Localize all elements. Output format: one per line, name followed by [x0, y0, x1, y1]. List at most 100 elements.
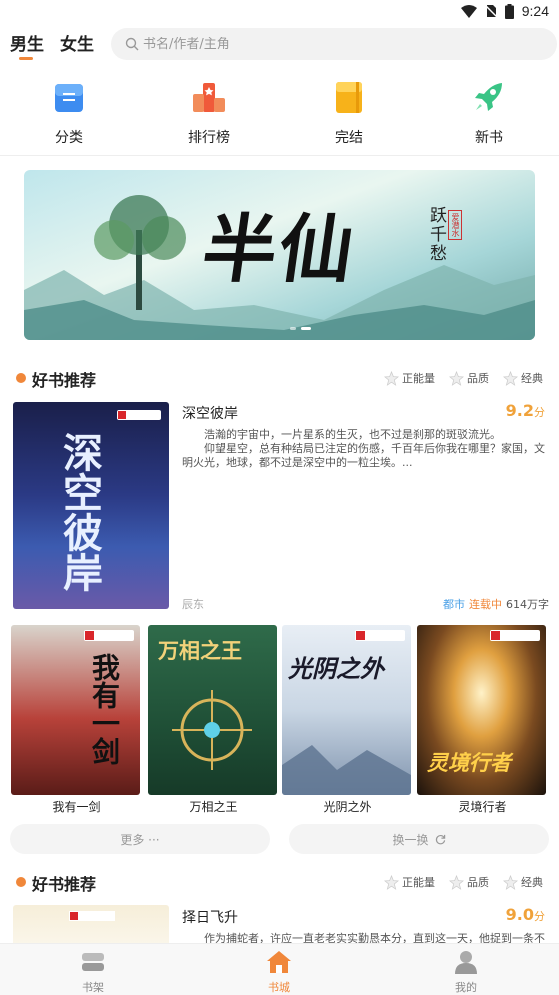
tag-label: 正能量 — [402, 372, 435, 385]
tag-classic[interactable]: 经典 — [503, 370, 543, 386]
tag-classic[interactable]: 经典 — [503, 874, 543, 890]
battery-icon — [504, 3, 514, 19]
section-title: 好书推荐 — [32, 371, 97, 390]
book-cover: 我有一剑 — [11, 625, 140, 795]
cover-title: 灵境行者 — [427, 750, 511, 775]
banner-seal: 爱潜水 — [448, 210, 462, 240]
category-label: 新书 — [475, 130, 503, 146]
featured-book-meta: 都市 连载中 614万字 — [443, 596, 549, 612]
rocket-icon — [475, 83, 502, 111]
wifi-icon — [460, 4, 477, 18]
swap-label: 换一换 — [392, 832, 429, 847]
cover-mountains — [282, 745, 411, 795]
book-name: 我有一剑 — [52, 800, 101, 814]
book-cover: 光阴之外 — [282, 625, 411, 795]
tag-quality[interactable]: 品质 — [449, 874, 489, 890]
category-row: 分类 排行榜 完结 新书 — [0, 80, 559, 155]
nav-profile[interactable]: 我的 — [436, 950, 496, 995]
page-dot — [290, 327, 296, 330]
section-tags: 正能量 品质 经典 — [384, 874, 543, 890]
book-item[interactable]: 光阴之外 光阴之外 — [282, 625, 413, 815]
category-label: 分类 — [55, 130, 83, 146]
featured-book-title[interactable]: 深空彼岸 — [182, 403, 238, 423]
book-name: 万相之王 — [189, 800, 238, 814]
top-bar: 男生 女生 — [0, 24, 559, 64]
divider — [0, 155, 559, 156]
featured-book-cover[interactable]: 深空彼岸 — [13, 402, 169, 609]
banner-pagination — [290, 327, 311, 330]
profile-icon — [455, 951, 477, 974]
category-icon — [55, 84, 83, 112]
banner-author: 跃千愁 — [426, 206, 446, 263]
featured-book-score: 9.0分 — [506, 905, 545, 924]
category-new[interactable]: 新书 — [449, 80, 529, 147]
category-finished[interactable]: 完结 — [309, 80, 389, 147]
cover-title: 万相之王 — [158, 638, 242, 663]
tag-label: 正能量 — [402, 876, 435, 889]
nav-label: 书架 — [82, 981, 104, 994]
clock: 9:24 — [521, 3, 549, 19]
publisher-logo — [84, 630, 134, 641]
search-input[interactable] — [143, 36, 523, 52]
promo-banner[interactable]: 半仙 跃千愁 爱潜水 — [24, 170, 535, 340]
desc-paragraph: 仰望星空，总有种结局已注定的伤感，千百年后你我在哪里？家国，文明火光，地球，都不… — [182, 442, 545, 469]
cover-title: 我有一剑 — [88, 653, 121, 765]
featured-book-title[interactable]: 择日飞升 — [182, 907, 238, 927]
category-label: 完结 — [335, 130, 363, 146]
tag-positive[interactable]: 正能量 — [384, 874, 435, 890]
featured-book-description: 浩瀚的宇宙中，一片星系的生灭，也不过是刹那的斑驳流光。 仰望星空，总有种结局已注… — [182, 428, 548, 470]
tag-label: 品质 — [467, 372, 489, 385]
tag-quality[interactable]: 品质 — [449, 370, 489, 386]
search-bar[interactable] — [111, 28, 557, 60]
section-header: 好书推荐 正能量 品质 经典 — [0, 869, 559, 895]
nav-label: 我的 — [455, 981, 477, 994]
tag-label: 经典 — [521, 372, 543, 385]
banner-tree — [94, 195, 186, 310]
search-icon — [125, 37, 139, 51]
featured-book-author: 辰东 — [182, 598, 204, 611]
desc-paragraph: 浩瀚的宇宙中，一片星系的生灭，也不过是刹那的斑驳流光。 — [204, 428, 501, 441]
publisher-logo — [117, 410, 161, 420]
tab-female[interactable]: 女生 — [60, 30, 94, 55]
cover-title: 光阴之外 — [288, 654, 384, 683]
genre-label: 都市 — [443, 598, 465, 611]
no-sim-icon — [484, 4, 497, 18]
word-count: 614万字 — [506, 598, 549, 611]
tab-female-label: 女生 — [60, 35, 94, 55]
cover-title: 深空彼岸 — [56, 432, 103, 592]
score-value: 9.2 — [505, 401, 534, 420]
tag-label: 经典 — [521, 876, 543, 889]
book-name: 灵境行者 — [458, 800, 507, 814]
ranking-icon — [193, 83, 225, 112]
tab-male[interactable]: 男生 — [10, 30, 44, 60]
nav-bookstore[interactable]: 书城 — [249, 950, 309, 995]
publisher-logo — [69, 911, 115, 921]
bookstore-home-icon — [267, 951, 291, 973]
score-value: 9.0 — [505, 905, 534, 924]
publisher-logo — [355, 630, 405, 641]
more-button[interactable]: 更多 ··· — [10, 824, 270, 854]
tab-male-label: 男生 — [10, 35, 44, 55]
section-header: 好书推荐 正能量 品质 经典 — [0, 365, 559, 391]
book-item[interactable]: 万相之王 万相之王 — [148, 625, 279, 815]
star-icon — [503, 370, 518, 386]
banner-title: 半仙 — [197, 207, 362, 293]
book-item[interactable]: 灵境行者 灵境行者 — [417, 625, 548, 815]
page-dot-active — [301, 327, 311, 330]
category-ranking[interactable]: 排行榜 — [169, 80, 249, 147]
nav-bookshelf[interactable]: 书架 — [63, 950, 123, 995]
book-grid: 我有一剑 我有一剑 万相之王 万相之王 光阴之外 光阴之外 灵境行者 灵境行者 — [11, 625, 551, 815]
finished-book-icon — [336, 82, 362, 113]
section-title: 好书推荐 — [32, 875, 97, 894]
publisher-logo — [490, 630, 540, 641]
featured-book-score: 9.2分 — [506, 401, 545, 420]
cover-emblem — [172, 690, 252, 770]
book-cover: 灵境行者 — [417, 625, 546, 795]
swap-button[interactable]: 换一换 — [289, 824, 549, 854]
star-icon — [384, 874, 399, 890]
tag-positive[interactable]: 正能量 — [384, 370, 435, 386]
star-icon — [449, 370, 464, 386]
category-label: 排行榜 — [188, 130, 230, 146]
book-item[interactable]: 我有一剑 我有一剑 — [11, 625, 142, 815]
category-classify[interactable]: 分类 — [29, 80, 109, 147]
